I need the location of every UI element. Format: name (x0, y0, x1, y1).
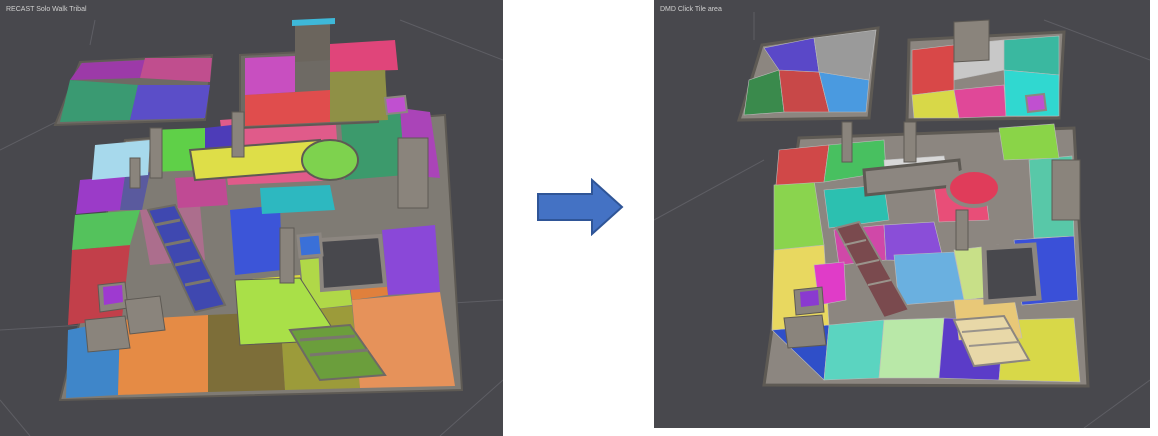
round-platform (946, 168, 1002, 208)
round-platform (301, 139, 359, 181)
right-label-line1: DMD Click Tile area (660, 6, 722, 13)
right-scene (654, 12, 1150, 428)
left-viewport-label: RECAST Solo Walk Tribal (6, 6, 87, 13)
left-viewport[interactable]: RECAST Solo Walk Tribal (0, 0, 503, 436)
left-label-line1: RECAST Solo Walk Tribal (6, 6, 87, 13)
right-viewport[interactable]: DMD Click Tile area (654, 0, 1150, 428)
floor-hole (317, 233, 388, 293)
floor-hole (981, 242, 1042, 305)
right-arrow-icon (537, 178, 624, 236)
left-scene (0, 18, 503, 436)
right-viewport-label: DMD Click Tile area (660, 6, 722, 13)
